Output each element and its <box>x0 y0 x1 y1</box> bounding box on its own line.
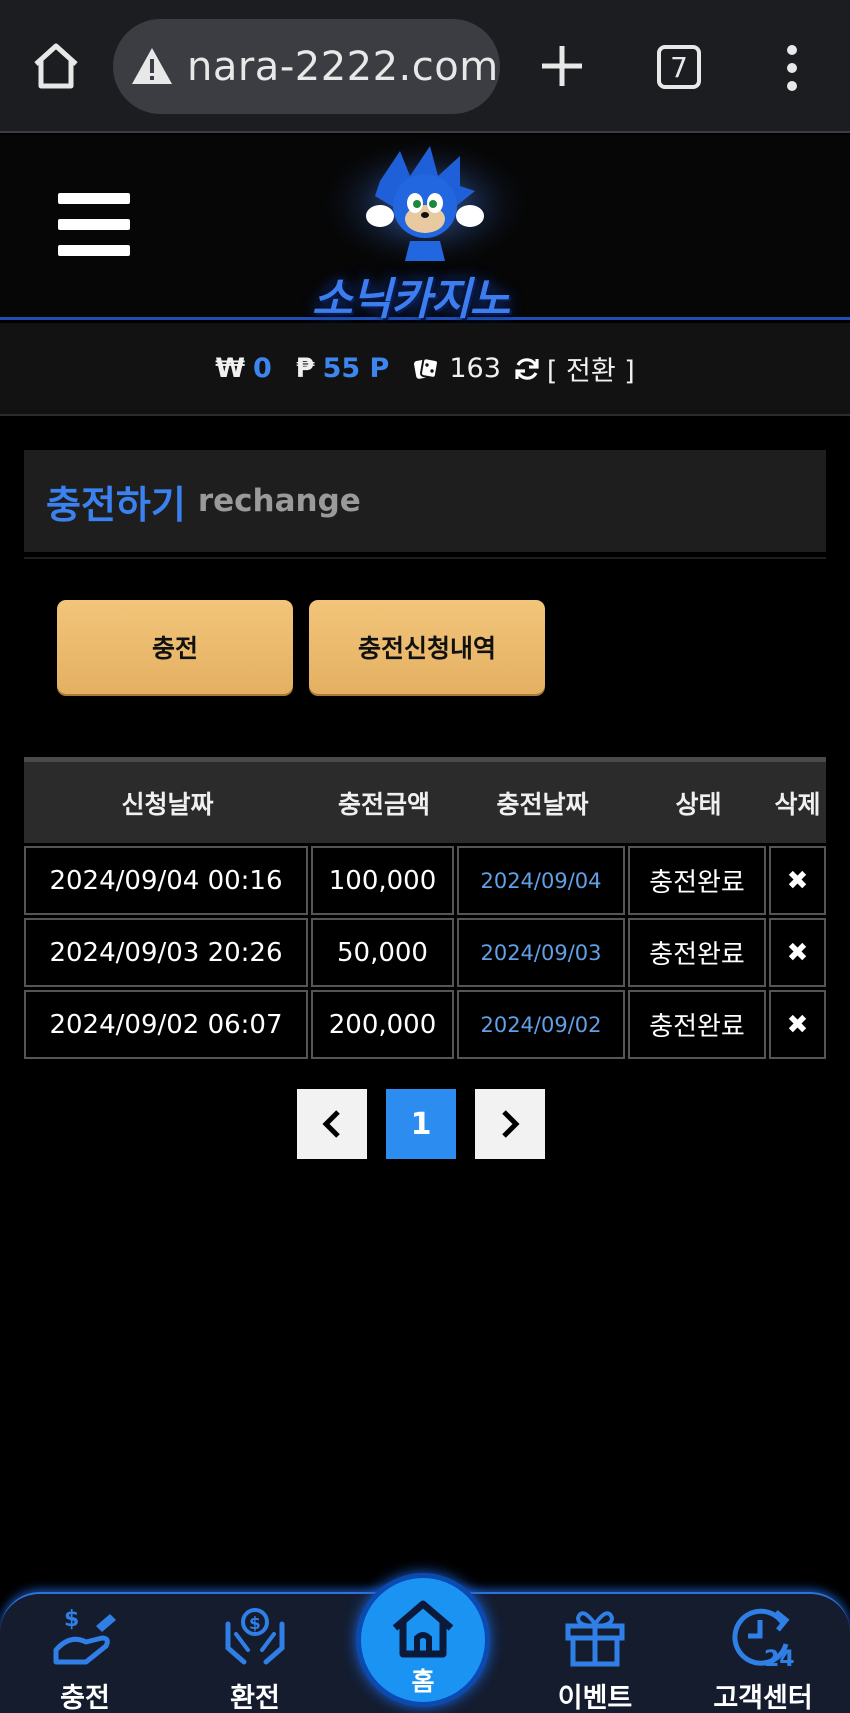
money-value: 0 <box>252 353 272 384</box>
support-24h-icon[interactable]: 24 <box>728 1604 798 1670</box>
hamburger-menu-icon[interactable] <box>58 193 130 257</box>
home-icon[interactable] <box>30 40 82 92</box>
next-page-button[interactable] <box>475 1089 545 1159</box>
svg-text:$: $ <box>249 1614 261 1634</box>
browser-toolbar: nara-2222.com 7 <box>0 0 850 133</box>
page-title-panel: 충전하기 rechange <box>24 450 826 552</box>
status-cell: 충전완료 <box>628 846 766 915</box>
point-value: 55 P <box>322 353 390 384</box>
point-balance: ₱ 55 P <box>296 353 390 384</box>
exchange-hands-icon[interactable]: $ <box>220 1604 290 1670</box>
amount-cell: 200,000 <box>311 990 454 1059</box>
page-title: 충전하기 <box>46 482 186 527</box>
chip-value: 163 <box>449 353 501 384</box>
charge-hand-coin-icon[interactable]: $ <box>50 1604 120 1670</box>
status-cell: 충전완료 <box>628 990 766 1059</box>
charge-button[interactable]: 충전 <box>57 600 293 694</box>
switch-label[interactable]: [ 전환 ] <box>547 349 635 388</box>
money-balance: ₩ 0 <box>215 353 272 384</box>
request-date-cell: 2024/09/03 20:26 <box>24 918 308 987</box>
table-row: 2024/09/02 06:07 200,000 2024/09/02 충전완료… <box>24 990 826 1059</box>
refresh-icon[interactable] <box>513 355 541 383</box>
chip-balance: 163 <box>413 353 501 384</box>
tab-count-button[interactable]: 7 <box>657 45 701 89</box>
home-icon[interactable] <box>387 1596 459 1660</box>
nav-home-label[interactable]: 홈 <box>361 1662 485 1698</box>
nav-exchange-label[interactable]: 환전 <box>180 1676 330 1713</box>
site-header: 소닉카지노 <box>0 135 850 325</box>
warning-icon[interactable] <box>129 44 175 90</box>
charge-history-button[interactable]: 충전신청내역 <box>309 600 545 694</box>
chevron-right-icon[interactable] <box>497 1109 523 1139</box>
nav-event-label[interactable]: 이벤트 <box>520 1676 670 1713</box>
page-subtitle: rechange <box>197 483 361 519</box>
nav-support[interactable]: 24 고객센터 <box>688 1594 838 1713</box>
logo-text: 소닉카지노 <box>312 274 510 325</box>
delete-icon[interactable]: ✖ <box>769 846 826 915</box>
nav-home-button[interactable]: 홈 <box>356 1573 490 1707</box>
nav-support-label[interactable]: 고객센터 <box>688 1676 838 1713</box>
svg-text:24: 24 <box>764 1647 795 1670</box>
status-cell: 충전완료 <box>628 918 766 987</box>
pagination: 1 <box>297 1089 564 1159</box>
address-bar[interactable]: nara-2222.com <box>113 19 500 114</box>
header-request-date: 신청날짜 <box>121 789 214 819</box>
chevron-left-icon[interactable] <box>319 1109 345 1139</box>
amount-cell: 100,000 <box>311 846 454 915</box>
gift-icon[interactable] <box>560 1604 630 1670</box>
delete-icon[interactable]: ✖ <box>769 990 826 1059</box>
dice-icon <box>414 356 440 379</box>
table-row: 2024/09/04 00:16 100,000 2024/09/04 충전완료… <box>24 846 826 915</box>
header-delete: 삭제 <box>774 789 821 819</box>
url-text: nara-2222.com <box>187 43 499 90</box>
charge-date-cell: 2024/09/03 <box>457 918 625 987</box>
nav-charge[interactable]: $ 충전 <box>10 1594 160 1713</box>
point-icon: ₱ <box>295 353 315 384</box>
nav-charge-label[interactable]: 충전 <box>10 1676 160 1713</box>
switch-button[interactable]: [ 전환 ] <box>513 349 635 388</box>
request-date-cell: 2024/09/04 00:16 <box>24 846 308 915</box>
won-icon: ₩ <box>215 353 245 384</box>
header-status: 상태 <box>675 789 722 819</box>
nav-exchange[interactable]: $ 환전 <box>180 1594 330 1713</box>
svg-text:$: $ <box>64 1607 79 1632</box>
new-tab-icon[interactable] <box>538 40 586 92</box>
amount-cell: 50,000 <box>311 918 454 987</box>
page-1-button[interactable]: 1 <box>386 1089 456 1159</box>
delete-icon[interactable]: ✖ <box>769 918 826 987</box>
charge-date-cell: 2024/09/04 <box>457 846 625 915</box>
prev-page-button[interactable] <box>297 1089 367 1159</box>
table-header: 신청날짜 충전금액 충전날짜 상태 삭제 <box>24 762 826 843</box>
table-row: 2024/09/03 20:26 50,000 2024/09/03 충전완료 … <box>24 918 826 987</box>
divider <box>24 557 826 559</box>
request-date-cell: 2024/09/02 06:07 <box>24 990 308 1059</box>
header-amount: 충전금액 <box>337 789 430 819</box>
nav-event[interactable]: 이벤트 <box>520 1594 670 1713</box>
header-charge-date: 충전날짜 <box>496 789 589 819</box>
more-menu-icon[interactable] <box>780 42 804 94</box>
charge-date-cell: 2024/09/02 <box>457 990 625 1059</box>
charge-history-table: 신청날짜 충전금액 충전날짜 상태 삭제 2024/09/04 00:16 10… <box>24 757 826 1059</box>
balance-bar: ₩ 0 ₱ 55 P 163 [ 전환 ] <box>0 323 850 416</box>
